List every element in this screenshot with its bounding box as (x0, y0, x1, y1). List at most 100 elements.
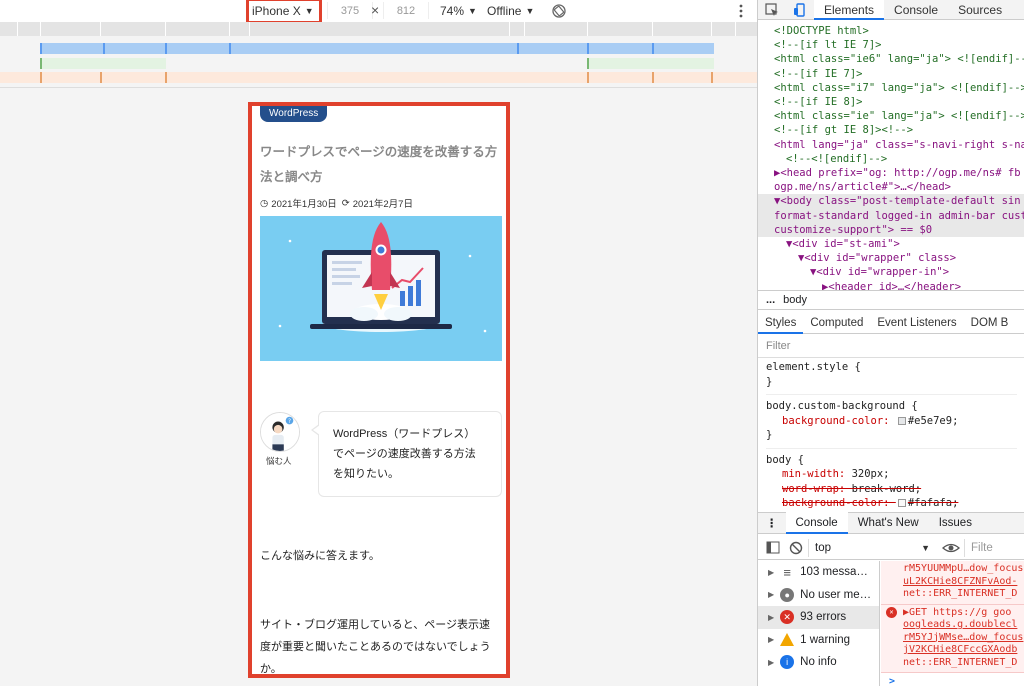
console-sidebar-item[interactable]: ▶ ≡ 103 messa… (758, 561, 879, 584)
tab-computed[interactable]: Computed (803, 312, 870, 334)
tab-console[interactable]: Console (884, 0, 948, 20)
expand-arrow-icon[interactable]: ▶ (768, 613, 774, 622)
inspect-element-icon[interactable] (758, 0, 786, 20)
more-options-icon[interactable] (736, 3, 746, 19)
dom-node-row[interactable]: <html class="ie" lang="ja"> <![endif]--> (758, 109, 1024, 123)
device-viewport[interactable]: WordPress ワードプレスでページの速度を改善する方法と調べ方 ◷ 202… (256, 106, 506, 675)
dom-node-text: customize-support"> == $0 (774, 223, 933, 236)
device-select[interactable]: iPhone X ▼ (248, 0, 318, 22)
caret-down-icon: ▼ (921, 542, 930, 553)
tab-issues[interactable]: Issues (929, 512, 982, 534)
media-query-min-max[interactable] (587, 58, 714, 69)
media-query-min-max[interactable] (40, 58, 166, 69)
expand-arrow-icon[interactable]: ▶ (768, 635, 774, 644)
zoom-select[interactable]: 74% ▼ (440, 0, 477, 22)
height-input[interactable]: 812 (383, 2, 429, 19)
color-swatch-icon[interactable] (897, 499, 906, 507)
svg-text:?: ? (288, 419, 291, 425)
console-filter-input[interactable]: Filte (964, 538, 1024, 557)
context-select[interactable]: top ▼ (808, 538, 938, 557)
tab-whats-new[interactable]: What's New (848, 512, 929, 534)
dom-node-row[interactable]: ▼<body class="post-template-default sin (758, 194, 1024, 209)
avatar-caption: 悩む人 (266, 456, 292, 466)
eye-icon[interactable] (938, 540, 964, 556)
media-query-marker (40, 72, 42, 83)
console-error-message[interactable]: rM5YUUMMpU…dow_focus uL2KCHie8CFZNFvAod-n… (881, 561, 1024, 605)
styles-pane[interactable]: element.style {} body.custom-background {… (758, 358, 1024, 510)
category-badge[interactable]: WordPress (260, 106, 328, 122)
breadcrumb-more[interactable]: ... (766, 294, 775, 306)
console-messages[interactable]: rM5YUUMMpU…dow_focus uL2KCHie8CFZNFvAod-n… (881, 561, 1024, 686)
sidebar-toggle-icon[interactable] (758, 540, 786, 556)
console-prompt[interactable]: > (881, 673, 1024, 686)
console-sidebar-item[interactable]: ▶ i No info (758, 651, 879, 674)
dom-node-row[interactable]: <!--[if gt IE 8]><!--> (758, 123, 1024, 137)
dom-node-row[interactable]: format-standard logged-in admin-bar cust (758, 208, 1024, 223)
dom-node-row[interactable]: ▼<div id="wrapper" class> (758, 251, 1024, 265)
console-message-line: oogleads.g.doublecl (903, 619, 1018, 630)
dom-node-row[interactable]: <!--[if lt IE 7]> (758, 38, 1024, 52)
width-input[interactable]: 375 (327, 2, 373, 19)
property-value: #e5e7e9; (907, 414, 959, 427)
style-property[interactable]: background-color: #fafafa; (766, 496, 1017, 510)
breadcrumb: ... body (758, 290, 1024, 310)
style-rule-selector[interactable]: body { (766, 453, 1017, 468)
tab-console-drawer[interactable]: Console (785, 512, 848, 534)
dom-node-row[interactable]: ▶<header id>…</header> (758, 280, 1024, 290)
paragraph: サイト・ブログ運用していると、ページ表示速 度が重要と聞いたことあるのではないで… (260, 614, 504, 675)
styles-filter-input[interactable]: Filter (758, 336, 1024, 358)
paragraph: こんな悩みに答えます。 (260, 550, 380, 562)
media-query-marker (165, 43, 167, 54)
tab-styles[interactable]: Styles (758, 312, 804, 334)
dom-node-row[interactable]: <html lang="ja" class="s-navi-right s-na… (758, 138, 1024, 152)
console-sidebar-item[interactable]: ▶ 1 warning (758, 629, 879, 652)
console-sidebar-item[interactable]: ▶ ● No user me… (758, 584, 879, 607)
property-name: min-width (782, 468, 839, 480)
console-error-message[interactable]: ✕ ▶GET https://g goo oogleads.g.doublecl rM… (881, 604, 1024, 673)
tab-elements[interactable]: Elements (814, 0, 885, 20)
media-query-marker (229, 43, 231, 54)
dom-node-row[interactable]: <!--<![endif]--> (758, 152, 1024, 166)
dom-node-row[interactable]: customize-support"> == $0 (758, 222, 1024, 238)
breadcrumb-item-body[interactable]: body (783, 294, 807, 306)
style-rule-selector[interactable]: element.style { (766, 360, 1017, 375)
style-property[interactable]: background-color: #e5e7e9; (766, 414, 1017, 429)
dom-node-row[interactable]: <!--[if IE 7]> (758, 67, 1024, 81)
dom-node-row[interactable]: <html class="i7" lang="ja"> <![endif]--> (758, 81, 1024, 95)
clear-console-icon[interactable] (786, 540, 808, 556)
rotate-disabled-icon[interactable] (551, 3, 567, 19)
style-property[interactable]: word-wrap: break-word; (766, 482, 1017, 497)
tab-sources[interactable]: Sources (948, 0, 1012, 20)
dom-node-row[interactable]: ▼<div id="wrapper-in"> (758, 265, 1024, 279)
expand-arrow-icon[interactable]: ▶ (768, 568, 774, 577)
expand-arrow-icon[interactable]: ▶ (768, 590, 774, 599)
media-query-max-width[interactable] (40, 43, 714, 54)
tab-event-listeners[interactable]: Event Listeners (870, 312, 963, 334)
device-toggle-icon[interactable] (786, 0, 814, 20)
dom-node-row[interactable]: <!--[if IE 8]> (758, 95, 1024, 109)
elements-tree[interactable]: <!DOCTYPE html> <!--[if lt IE 7]> <html cl… (758, 20, 1024, 290)
style-rule-selector[interactable]: body.custom-background { (766, 399, 1017, 414)
color-swatch-icon[interactable] (897, 416, 906, 425)
throttle-select[interactable]: Offline ▼ (487, 0, 534, 22)
dom-node-text: <!DOCTYPE html> (774, 25, 869, 37)
dom-node-row[interactable]: ▶<head prefix="og: http://ogp.me/ns# fb (758, 166, 1024, 180)
media-query-min-width[interactable] (0, 72, 757, 83)
dom-node-row[interactable]: ogp.me/ns/article#">…</head> (758, 180, 1024, 194)
speech-balloon: WordPress（ワードプレス） でページの速度改善する方法 を知りたい。 (311, 411, 502, 497)
dom-node-text: ▼<div id="wrapper" class> (798, 252, 957, 265)
console-sidebar: ▶ ≡ 103 messa… ▶ ● No user me… ▶ ✕ 93 errors ▶ 1 w… (758, 561, 880, 686)
dom-node-row[interactable]: <!DOCTYPE html> (758, 24, 1024, 38)
drawer-menu-icon[interactable]: ⋮ (758, 516, 786, 530)
tab-dom-breakpoints[interactable]: DOM B (964, 312, 1016, 334)
expand-arrow-icon[interactable]: ▶ (768, 658, 774, 667)
console-sidebar-item[interactable]: ▶ ✕ 93 errors (758, 606, 879, 629)
error-icon: ✕ (780, 610, 795, 625)
console-message-line: jV2KCHie8CFccGXAodb (903, 644, 1018, 655)
dom-node-row[interactable]: ▼<div id="st-ami"> (758, 237, 1024, 251)
balloon-line: でページの速度改善する方法 (333, 448, 476, 460)
dom-node-row[interactable]: <html class="ie6" lang="ja"> <![endif]--… (758, 52, 1024, 66)
style-property[interactable]: min-width: 320px; (766, 467, 1017, 482)
paragraph-line: か。 (260, 663, 282, 675)
dom-node-text: ▼<div id="st-ami"> (786, 238, 900, 251)
